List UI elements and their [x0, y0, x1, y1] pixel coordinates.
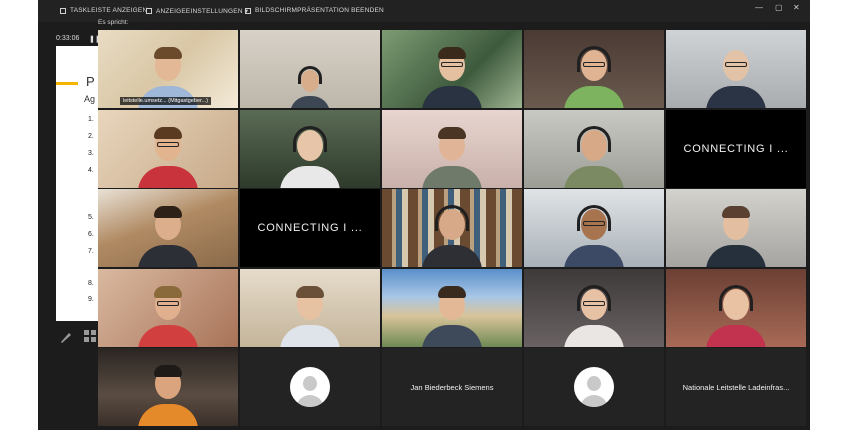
video-tile[interactable] — [98, 268, 238, 347]
video-tile-no-video[interactable] — [240, 348, 380, 426]
participant-video — [280, 124, 340, 188]
participant-video — [422, 283, 482, 347]
default-avatar-icon — [574, 367, 614, 407]
participant-name: Nationale Leitstelle Ladeinfras... — [682, 382, 790, 392]
video-tile[interactable] — [666, 30, 806, 108]
stop-share-icon — [245, 7, 251, 14]
video-tile[interactable] — [666, 189, 806, 267]
video-tile[interactable] — [240, 109, 380, 188]
stop-share-button[interactable]: BILDSCHIRMPRÄSENTATION BEENDEN — [245, 7, 384, 14]
video-tile[interactable] — [382, 109, 522, 188]
video-tile[interactable] — [240, 30, 380, 108]
video-tile-no-video[interactable] — [524, 348, 664, 426]
top-toolbar: TASKLEISTE ANZEIGEN ANZEIGEEINSTELLUNGEN… — [38, 0, 810, 22]
participant-video — [706, 203, 766, 267]
slide-list-number: 6. — [88, 231, 94, 238]
stop-share-label: BILDSCHIRMPRÄSENTATION BEENDEN — [255, 7, 384, 14]
slide-list-number: 4. — [88, 167, 94, 174]
participant-video — [706, 44, 766, 108]
participant-video — [564, 44, 624, 108]
settings-icon — [146, 8, 152, 14]
video-tile[interactable] — [98, 348, 238, 426]
participant-video — [564, 124, 624, 188]
participant-video — [422, 124, 482, 188]
video-tile[interactable] — [98, 189, 238, 267]
video-tile[interactable] — [98, 109, 238, 188]
video-tile[interactable] — [524, 268, 664, 347]
video-tile[interactable] — [240, 268, 380, 347]
gallery-layout-icon[interactable] — [84, 330, 96, 342]
video-tile[interactable] — [382, 30, 522, 108]
video-tile[interactable] — [666, 268, 806, 347]
show-taskbar-button[interactable]: TASKLEISTE ANZEIGEN — [60, 7, 147, 14]
slide-list-number: 5. — [88, 214, 94, 221]
meeting-timer: 0:33:06 — [56, 35, 80, 42]
minimize-icon[interactable]: — — [755, 3, 763, 12]
slide-subtitle: Ag — [84, 94, 96, 104]
video-tile-connecting[interactable]: CONNECTING I ... — [240, 189, 380, 267]
slide-list-number: 7. — [88, 248, 94, 255]
view-options-button[interactable]: ANZEIGEEINSTELLUNGEN ▾ — [146, 7, 248, 15]
participant-name-tag: leitstelle.umsetz... (Mitgastgeber...) — [120, 97, 211, 105]
annotate-pen-icon[interactable] — [59, 330, 73, 344]
participant-video — [138, 203, 198, 267]
connecting-status: CONNECTING I ... — [666, 109, 806, 188]
slide-list-number: 2. — [88, 133, 94, 140]
video-tile-connecting[interactable]: CONNECTING I ... — [666, 109, 806, 188]
video-tile[interactable] — [382, 268, 522, 347]
participant-video — [564, 203, 624, 267]
video-tile-no-video[interactable]: Jan Biederbeck Siemens — [382, 348, 522, 426]
slide-list-number: 9. — [88, 296, 94, 303]
video-tile[interactable] — [524, 109, 664, 188]
video-tile-no-video[interactable]: Nationale Leitstelle Ladeinfras... — [666, 348, 806, 426]
participant-name: Jan Biederbeck Siemens — [410, 382, 494, 392]
participant-video — [138, 362, 198, 426]
video-gallery: leitstelle.umsetz... (Mitgastgeber...) C… — [98, 30, 806, 426]
slide-title: P — [86, 74, 95, 89]
close-icon[interactable]: ✕ — [793, 3, 800, 12]
participant-video — [422, 44, 482, 108]
slide-list-number: 8. — [88, 280, 94, 287]
video-tile[interactable] — [524, 30, 664, 108]
participant-video — [564, 283, 624, 347]
video-tile[interactable] — [382, 189, 522, 267]
slide-list-number: 1. — [88, 116, 94, 123]
default-avatar-icon — [290, 367, 330, 407]
connecting-status: CONNECTING I ... — [240, 189, 380, 267]
show-taskbar-label: TASKLEISTE ANZEIGEN — [70, 7, 148, 14]
shared-presentation: P Ag 1. 2. 3. 4. 5. 6. 7. 8. 9. — [56, 46, 98, 321]
slide-list-number: 3. — [88, 150, 94, 157]
video-tile[interactable] — [524, 189, 664, 267]
zoom-meeting-window: TASKLEISTE ANZEIGEN ANZEIGEEINSTELLUNGEN… — [38, 0, 810, 430]
participant-video — [280, 283, 340, 347]
view-options-label: ANZEIGEEINSTELLUNGEN ▾ — [156, 8, 249, 15]
participant-video — [138, 283, 198, 347]
maximize-icon[interactable]: ▢ — [775, 3, 783, 12]
slide-accent-bar — [56, 82, 78, 85]
participant-video — [290, 64, 330, 108]
participant-video — [138, 124, 198, 188]
taskbar-icon — [60, 7, 66, 14]
participant-video — [422, 203, 482, 267]
participant-video — [706, 283, 766, 347]
active-speaker-label: Es spricht: — [98, 19, 129, 26]
video-tile-active-speaker[interactable]: leitstelle.umsetz... (Mitgastgeber...) — [98, 30, 238, 108]
